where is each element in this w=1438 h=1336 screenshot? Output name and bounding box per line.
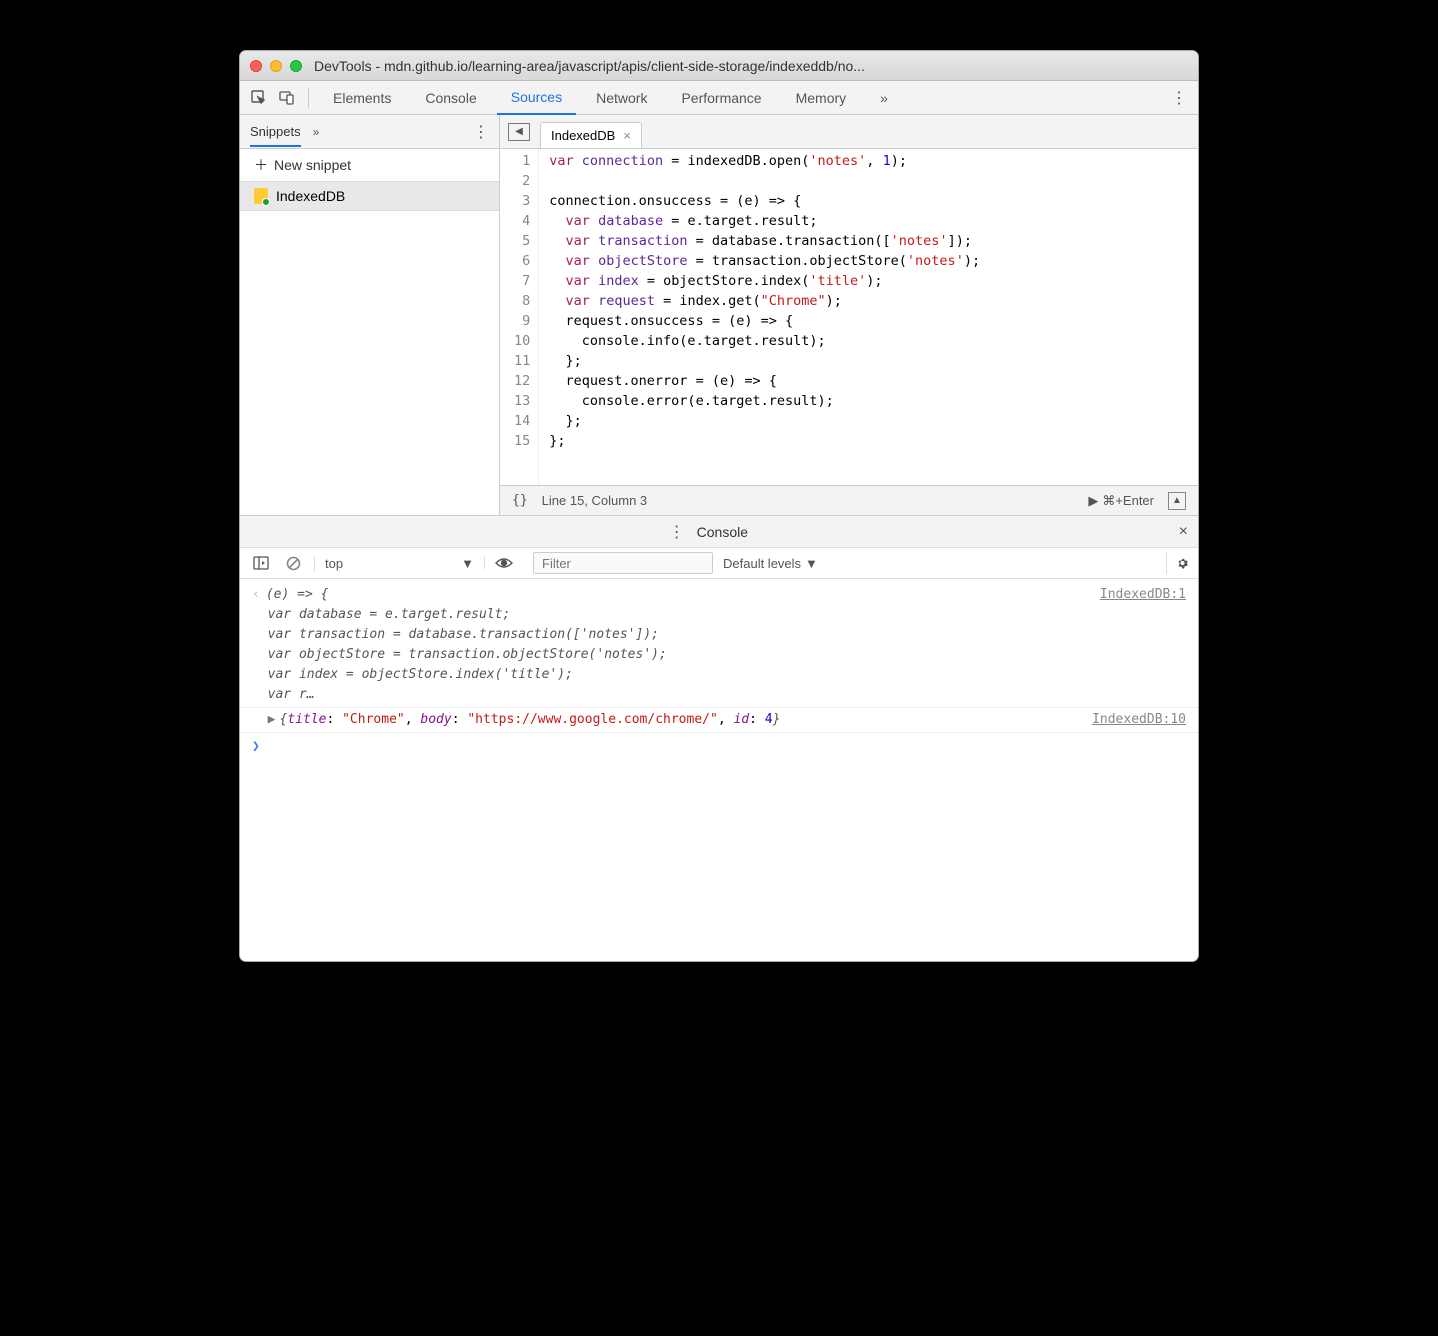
plus-icon: ＋ <box>254 155 268 175</box>
console-toolbar: top ▼ Default levels ▼ <box>240 547 1198 579</box>
snippet-item[interactable]: IndexedDB <box>240 181 499 211</box>
editor-area: ◀ IndexedDB × 123456789101112131415 var … <box>500 115 1198 515</box>
editor-tabbar: ◀ IndexedDB × <box>500 115 1198 149</box>
clear-console-icon[interactable] <box>282 552 304 574</box>
tab-performance[interactable]: Performance <box>667 81 775 115</box>
close-window-button[interactable] <box>250 60 262 72</box>
toggle-navigator-icon[interactable]: ◀ <box>508 123 530 141</box>
log-source-link[interactable]: IndexedDB:10 <box>1080 710 1186 730</box>
editor-tab-label: IndexedDB <box>551 128 615 143</box>
line-gutter: 123456789101112131415 <box>500 149 539 485</box>
tab-sources[interactable]: Sources <box>497 81 576 115</box>
panel-tabbar: Elements Console Sources Network Perform… <box>240 81 1198 115</box>
close-tab-icon[interactable]: × <box>623 128 631 143</box>
toggle-debugger-icon[interactable]: ▲ <box>1168 492 1186 510</box>
console-filter-input[interactable] <box>533 552 713 574</box>
separator <box>308 88 309 108</box>
navigator-tabbar: Snippets » ⋮ <box>240 115 499 149</box>
snippet-name: IndexedDB <box>276 188 345 204</box>
console-log-row[interactable]: ▶{title: "Chrome", body: "https://www.go… <box>240 708 1198 733</box>
run-snippet-button[interactable]: ▶ ⌘+Enter <box>1088 493 1154 509</box>
devtools-window: DevTools - mdn.github.io/learning-area/j… <box>239 50 1199 962</box>
pretty-print-icon[interactable]: {} <box>512 493 528 508</box>
console-prompt[interactable]: ❯ <box>240 733 1198 761</box>
chevron-down-icon: ▼ <box>805 556 818 571</box>
new-snippet-button[interactable]: ＋ New snippet <box>240 149 499 181</box>
live-expression-icon[interactable] <box>484 557 523 569</box>
more-navigator-tabs-icon[interactable]: » <box>313 125 320 139</box>
sources-main: Snippets » ⋮ ＋ New snippet IndexedDB ◀ I… <box>240 115 1198 515</box>
console-log-content: ▶{title: "Chrome", body: "https://www.go… <box>252 710 1080 730</box>
device-toggle-icon[interactable] <box>276 87 298 109</box>
drawer-tab-console[interactable]: Console <box>697 524 748 540</box>
tab-memory[interactable]: Memory <box>782 81 861 115</box>
close-drawer-icon[interactable]: × <box>1179 523 1188 541</box>
toggle-console-sidebar-icon[interactable] <box>250 552 272 574</box>
context-label: top <box>325 556 343 571</box>
navigator-sidebar: Snippets » ⋮ ＋ New snippet IndexedDB <box>240 115 500 515</box>
code-content[interactable]: var connection = indexedDB.open('notes',… <box>539 149 990 485</box>
zoom-window-button[interactable] <box>290 60 302 72</box>
console-log-row[interactable]: ‹(e) => { var database = e.target.result… <box>240 583 1198 708</box>
snippet-file-icon <box>254 188 268 204</box>
tab-console[interactable]: Console <box>411 81 490 115</box>
drawer-menu-icon[interactable]: ⋮ <box>669 522 685 542</box>
inspect-icon[interactable] <box>248 87 270 109</box>
traffic-lights <box>250 60 302 72</box>
tab-elements[interactable]: Elements <box>319 81 405 115</box>
play-icon: ▶ <box>1088 493 1098 509</box>
console-log-content: ‹(e) => { var database = e.target.result… <box>252 585 1088 705</box>
expand-object-icon[interactable]: ▶ <box>268 712 276 727</box>
cursor-position: Line 15, Column 3 <box>542 493 648 508</box>
drawer-header: ⋮ Console × <box>240 515 1198 547</box>
new-snippet-label: New snippet <box>274 157 351 173</box>
tab-network[interactable]: Network <box>582 81 661 115</box>
navigator-tab-snippets[interactable]: Snippets <box>250 116 301 147</box>
console-body: ‹(e) => { var database = e.target.result… <box>240 579 1198 961</box>
editor-statusbar: {} Line 15, Column 3 ▶ ⌘+Enter ▲ <box>500 485 1198 515</box>
more-tabs-chevron-icon[interactable]: » <box>866 81 902 115</box>
titlebar: DevTools - mdn.github.io/learning-area/j… <box>240 51 1198 81</box>
console-settings-icon[interactable] <box>1166 552 1188 574</box>
levels-label: Default levels <box>723 556 801 571</box>
window-title: DevTools - mdn.github.io/learning-area/j… <box>314 58 1188 74</box>
chevron-down-icon: ▼ <box>461 556 474 571</box>
context-selector[interactable]: top ▼ <box>314 556 474 571</box>
code-editor[interactable]: 123456789101112131415 var connection = i… <box>500 149 1198 485</box>
log-levels-selector[interactable]: Default levels ▼ <box>723 556 818 571</box>
run-shortcut: ⌘+Enter <box>1102 493 1154 509</box>
log-source-link[interactable]: IndexedDB:1 <box>1088 585 1186 705</box>
minimize-window-button[interactable] <box>270 60 282 72</box>
settings-menu-icon[interactable]: ⋮ <box>1168 87 1190 109</box>
navigator-menu-icon[interactable]: ⋮ <box>473 122 489 142</box>
editor-tab[interactable]: IndexedDB × <box>540 122 642 148</box>
